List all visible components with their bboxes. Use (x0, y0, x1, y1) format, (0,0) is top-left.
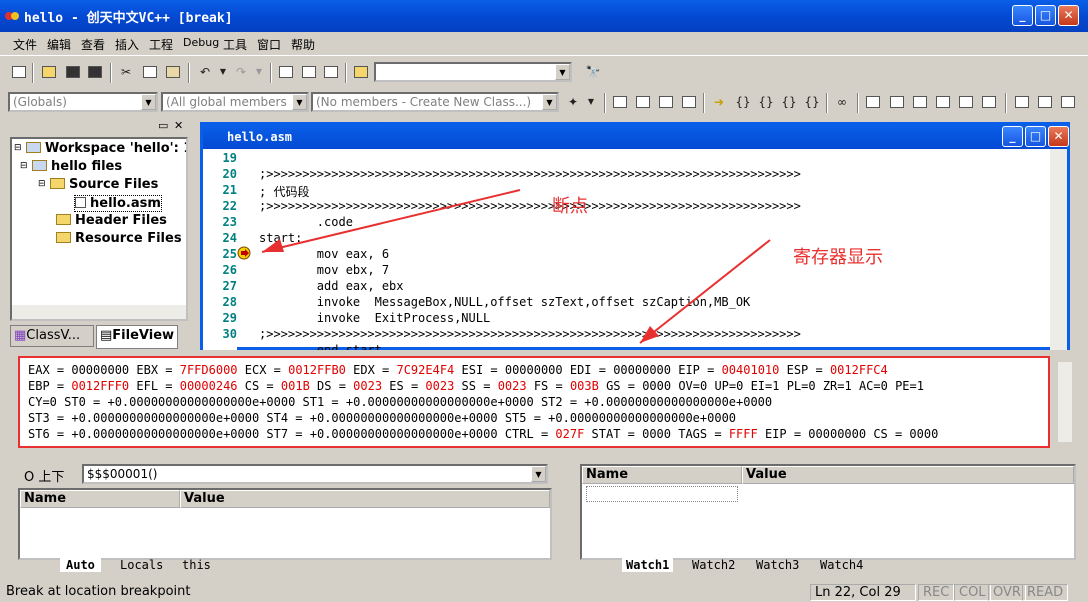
tab-locals[interactable]: Locals (114, 558, 169, 572)
register-line-2: EBP = 0012FFF0 EFL = 00000246 CS = 001B … (28, 379, 924, 393)
annotation-registers: 寄存器显示 (793, 247, 883, 268)
context-combo[interactable]: $$$00001() ▼ (82, 464, 548, 484)
watch-col-value[interactable]: Value (742, 466, 1074, 484)
status-rec: REC (918, 584, 955, 601)
register-line-1: EAX = 00000000 EBX = 7FFD6000 ECX = 0012… (28, 363, 888, 377)
watch-grid[interactable]: Name Value (580, 464, 1076, 560)
registers-panel: EAX = 00000000 EBX = 7FFD6000 ECX = 0012… (18, 356, 1050, 448)
status-position: Ln 22, Col 29 (810, 584, 916, 601)
tab-watch2[interactable]: Watch2 (688, 558, 739, 572)
tab-auto[interactable]: Auto (60, 558, 101, 572)
status-read: READ (1022, 584, 1069, 601)
watch-new-entry[interactable] (586, 486, 738, 502)
tab-this[interactable]: this (176, 558, 217, 572)
context-label: O 上下 (24, 470, 65, 485)
status-ovr: OVR (988, 584, 1026, 601)
status-message: Break at location breakpoint (6, 584, 191, 599)
annotation-breakpoint: 断点 (552, 196, 588, 217)
status-bar: Break at location breakpoint Ln 22, Col … (0, 582, 1088, 602)
register-line-5: ST6 = +0.00000000000000000e+0000 ST7 = +… (28, 427, 939, 441)
watch-panel: Name Value Watch1 Watch2 Watch3 Watch4 (566, 462, 1086, 578)
tab-watch1[interactable]: Watch1 (622, 558, 674, 572)
variables-col-value[interactable]: Value (180, 490, 550, 508)
variables-grid[interactable]: Name Value (18, 488, 552, 560)
chevron-down-icon[interactable]: ▼ (531, 466, 546, 482)
variables-panel: O 上下 $$$00001() ▼ Name Value Auto Locals … (4, 462, 556, 578)
register-line-4: ST3 = +0.00000000000000000e+0000 ST4 = +… (28, 411, 737, 425)
register-line-3: CY=0 ST0 = +0.00000000000000000e+0000 ST… (28, 395, 773, 409)
registers-scrollbar[interactable] (1058, 362, 1072, 442)
watch-col-name[interactable]: Name (582, 466, 742, 484)
tab-watch4[interactable]: Watch4 (816, 558, 867, 572)
status-col: COL (954, 584, 991, 601)
tab-watch3[interactable]: Watch3 (752, 558, 803, 572)
variables-col-name[interactable]: Name (20, 490, 180, 508)
